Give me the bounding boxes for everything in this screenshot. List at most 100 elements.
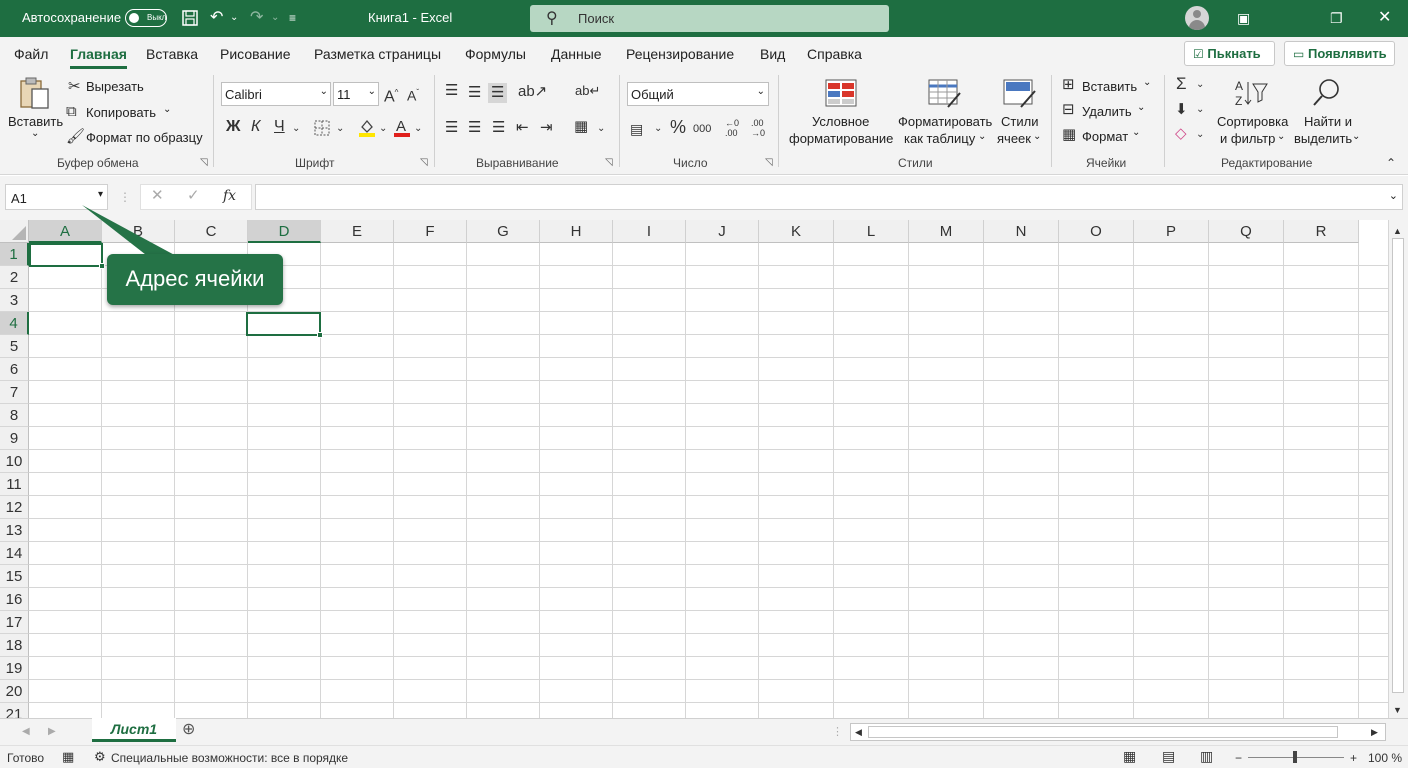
currency-icon[interactable]: ▤ <box>630 121 643 137</box>
align-left-icon[interactable]: ☰ <box>445 120 458 136</box>
scroll-right-icon[interactable]: ▶ <box>1371 724 1378 740</box>
increase-decimal-icon[interactable]: ←0.00 <box>725 118 739 138</box>
column-header-d[interactable]: D <box>248 220 321 243</box>
row-header-8[interactable]: 8 <box>0 404 29 427</box>
column-header-a[interactable]: A <box>29 220 102 243</box>
fill-handle[interactable] <box>99 263 105 269</box>
merge-center-icon[interactable]: ▦ <box>574 119 588 135</box>
column-header-f[interactable]: F <box>394 220 467 243</box>
italic-button[interactable]: К <box>251 119 260 135</box>
bold-button[interactable]: Ж <box>226 119 240 135</box>
column-header-e[interactable]: E <box>321 220 394 243</box>
tab-formulas[interactable]: Формулы <box>465 46 526 62</box>
font-color-icon[interactable]: A <box>393 117 411 141</box>
merge-dropdown-icon[interactable]: ⌄ <box>597 121 605 137</box>
ribbon-display-icon[interactable]: ▣ <box>1237 9 1250 27</box>
undo-icon[interactable]: ↶ <box>210 9 223 27</box>
fill-color-dropdown-icon[interactable]: ⌄ <box>379 121 387 137</box>
accessibility-status[interactable]: Специальные возможности: все в порядке <box>111 751 348 765</box>
formula-input[interactable]: ⌄ <box>255 184 1403 210</box>
cut-label[interactable]: Вырезать <box>86 79 144 94</box>
row-header-5[interactable]: 5 <box>0 335 29 358</box>
tab-home[interactable]: Главная <box>70 46 127 69</box>
align-center-icon[interactable]: ☰ <box>468 120 481 136</box>
expand-formula-icon[interactable]: ⌄ <box>1389 189 1398 202</box>
tab-file[interactable]: Файл <box>14 46 48 62</box>
number-launcher-icon[interactable]: ◹ <box>765 157 773 168</box>
row-header-2[interactable]: 2 <box>0 266 29 289</box>
share-button[interactable]: ☑ Пькнать <box>1184 41 1275 66</box>
tab-data[interactable]: Данные <box>551 46 602 62</box>
row-header-14[interactable]: 14 <box>0 542 29 565</box>
orientation-icon[interactable]: ab↗ <box>518 84 547 100</box>
account-avatar[interactable] <box>1185 6 1209 30</box>
zoom-slider-thumb[interactable] <box>1293 751 1297 763</box>
column-header-o[interactable]: O <box>1059 220 1134 243</box>
cancel-icon[interactable]: ✕ <box>151 188 164 204</box>
redo-dropdown-icon[interactable]: ⌄ <box>271 9 279 27</box>
tab-split-handle-icon[interactable]: ⋮ <box>832 724 843 740</box>
format-painter-label[interactable]: Формат по образцу <box>86 130 203 145</box>
horizontal-scrollbar[interactable]: ◀ ▶ <box>850 723 1386 741</box>
clipboard-launcher-icon[interactable]: ◹ <box>200 157 208 168</box>
page-layout-view-icon[interactable]: ▤ <box>1162 748 1175 765</box>
scroll-up-icon[interactable]: ▲ <box>1393 223 1402 239</box>
zoom-in-button[interactable]: + <box>1350 751 1357 765</box>
row-header-3[interactable]: 3 <box>0 289 29 312</box>
alignment-launcher-icon[interactable]: ◹ <box>605 157 613 168</box>
copy-dropdown-icon[interactable]: ⌄ <box>163 104 171 115</box>
row-header-6[interactable]: 6 <box>0 358 29 381</box>
row-header-10[interactable]: 10 <box>0 450 29 473</box>
name-box[interactable]: A1 ▾ <box>5 184 108 210</box>
wrap-text-icon[interactable]: ab↵ <box>575 83 600 99</box>
align-right-icon[interactable]: ☰ <box>492 120 505 136</box>
cut-icon[interactable]: ✂ <box>68 79 81 95</box>
font-color-dropdown-icon[interactable]: ⌄ <box>414 121 422 137</box>
column-header-p[interactable]: P <box>1134 220 1209 243</box>
delete-cells-icon[interactable]: ⊟ <box>1062 102 1075 118</box>
accessibility-icon[interactable]: ⚙ <box>94 749 106 765</box>
format-cells-icon[interactable]: ▦ <box>1062 127 1076 143</box>
insert-cells-icon[interactable]: ⊞ <box>1062 77 1075 93</box>
font-launcher-icon[interactable]: ◹ <box>420 157 428 168</box>
chevron-down-icon[interactable]: ⌄ <box>1196 77 1204 93</box>
autosum-icon[interactable]: Σ <box>1176 75 1187 92</box>
macro-record-icon[interactable]: ▦ <box>62 749 74 765</box>
column-header-l[interactable]: L <box>834 220 909 243</box>
clear-icon[interactable]: ◇ <box>1175 126 1187 142</box>
hscroll-thumb[interactable] <box>868 726 1338 738</box>
number-format-select[interactable]: Общий ⌄ <box>627 82 769 106</box>
select-all-button[interactable] <box>0 220 29 243</box>
format-cells-label[interactable]: Формат <box>1082 129 1128 144</box>
tab-view[interactable]: Вид <box>760 46 785 62</box>
active-cell-a1[interactable] <box>29 243 103 267</box>
search-box[interactable]: ⚲ Поиск <box>530 5 889 32</box>
format-painter-icon[interactable]: 🖌 <box>66 129 85 145</box>
page-break-view-icon[interactable]: ▥ <box>1200 748 1213 765</box>
fill-icon[interactable]: ⬇ <box>1175 102 1188 118</box>
row-header-4[interactable]: 4 <box>0 312 29 335</box>
increase-indent-icon[interactable]: ⇥ <box>540 120 553 136</box>
percent-button[interactable]: % <box>670 118 686 136</box>
column-header-h[interactable]: H <box>540 220 613 243</box>
column-header-m[interactable]: M <box>909 220 984 243</box>
currency-dropdown-icon[interactable]: ⌄ <box>654 121 662 137</box>
vertical-scrollbar[interactable]: ▲ ▼ <box>1388 220 1408 718</box>
column-header-b[interactable]: B <box>102 220 175 243</box>
decrease-decimal-icon[interactable]: .00 →0 <box>751 118 765 138</box>
column-header-n[interactable]: N <box>984 220 1059 243</box>
zoom-out-button[interactable]: − <box>1235 751 1242 765</box>
column-header-c[interactable]: C <box>175 220 248 243</box>
chevron-down-icon[interactable]: ⌄ <box>1196 102 1204 118</box>
comma-style-icon[interactable]: 000 <box>693 121 711 137</box>
tab-insert[interactable]: Вставка <box>146 46 198 62</box>
scroll-left-icon[interactable]: ◀ <box>855 724 862 740</box>
decrease-font-icon[interactable]: Aˇ <box>407 85 419 104</box>
tab-review[interactable]: Рецензирование <box>626 46 734 62</box>
align-bottom-icon[interactable]: ☰ <box>488 83 508 103</box>
fill-color-icon[interactable] <box>358 117 376 141</box>
autosave-toggle[interactable]: Выкл <box>125 9 167 27</box>
row-header-11[interactable]: 11 <box>0 473 29 496</box>
column-header-i[interactable]: I <box>613 220 686 243</box>
add-sheet-icon[interactable]: ⊕ <box>182 722 195 738</box>
